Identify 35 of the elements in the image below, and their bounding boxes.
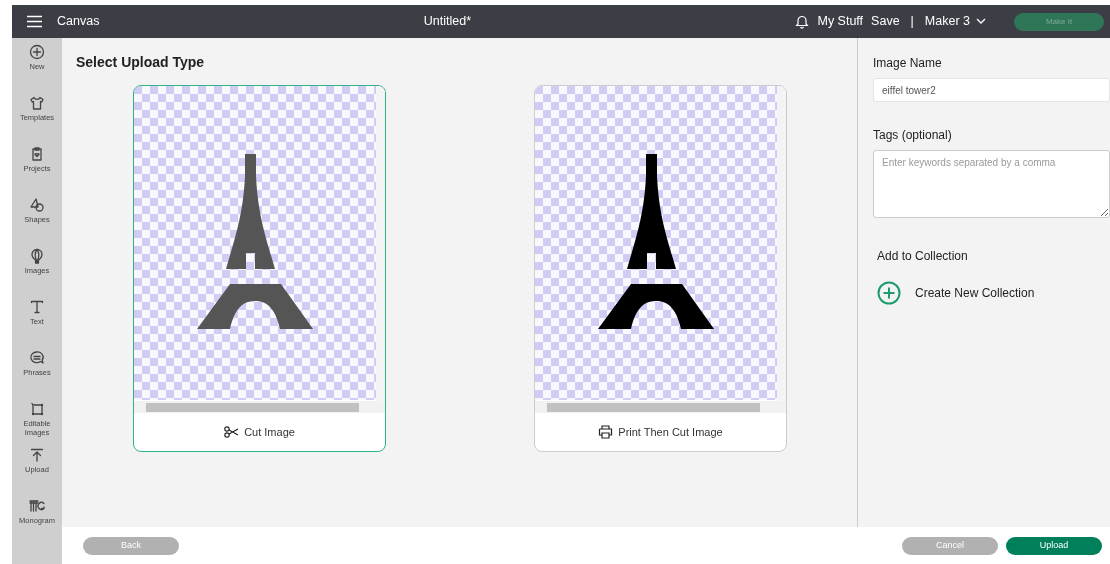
notifications-button[interactable] xyxy=(795,14,810,29)
plus-circle-icon xyxy=(877,281,901,305)
upload-icon xyxy=(29,447,45,463)
caret-icon xyxy=(976,18,986,25)
balloon-icon xyxy=(29,248,45,264)
upload-button[interactable]: Upload xyxy=(1006,536,1102,555)
separator: | xyxy=(910,13,914,31)
scrollbar[interactable] xyxy=(376,86,385,401)
upload-type-card[interactable]: Cut Image xyxy=(133,85,386,452)
upload-type-card[interactable]: Print Then Cut Image xyxy=(534,85,787,452)
app-name: Canvas xyxy=(57,13,100,31)
text-icon xyxy=(29,299,45,315)
my-stuff-link[interactable]: My Stuff xyxy=(817,12,864,31)
machine-dropdown[interactable]: Maker 3 xyxy=(924,12,986,31)
scrollbar[interactable] xyxy=(146,402,359,412)
menu-button[interactable] xyxy=(26,15,43,28)
clipboard-icon xyxy=(29,146,45,162)
monogram-icon xyxy=(29,498,45,514)
create-collection-button[interactable]: Create New Collection xyxy=(877,281,1035,305)
page-heading: Select Upload Type xyxy=(76,53,206,72)
tags-field[interactable]: Enter keywords separated by a comma xyxy=(873,150,1110,218)
scrollbar[interactable] xyxy=(777,86,786,401)
speech-bubble-icon xyxy=(29,350,45,366)
field-label: Tags (optional) xyxy=(873,127,953,144)
section-label: Add to Collection xyxy=(877,248,969,265)
shapes-icon xyxy=(29,197,45,213)
printer-icon xyxy=(598,425,614,439)
field-label: Image Name xyxy=(873,55,943,72)
plus-circle-icon xyxy=(29,44,45,60)
scrollbar[interactable] xyxy=(547,402,760,412)
shirt-icon xyxy=(29,95,45,111)
document-title: Untitled* xyxy=(422,13,473,31)
image-name-field[interactable]: eiffel tower2 xyxy=(873,78,1110,102)
scissors-icon xyxy=(224,426,240,438)
save-link[interactable]: Save xyxy=(871,12,900,31)
